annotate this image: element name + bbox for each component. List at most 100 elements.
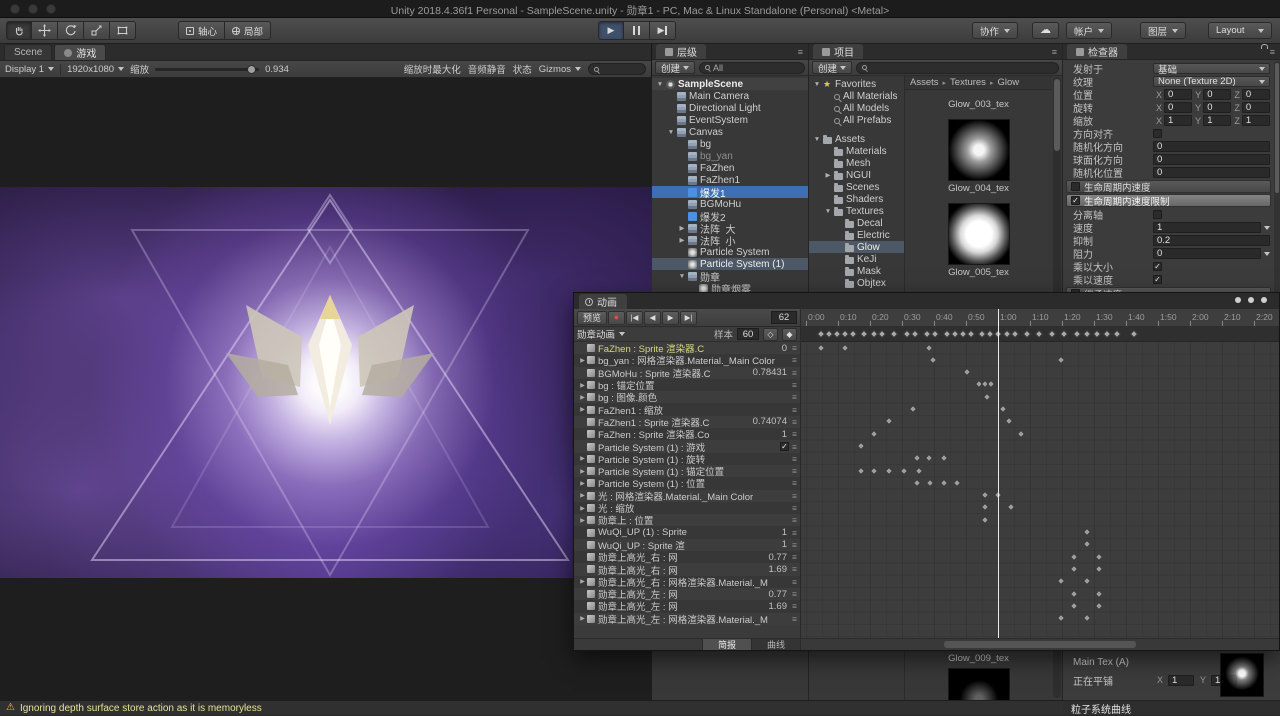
hierarchy-item[interactable]: FaZhen1 xyxy=(652,174,808,186)
anim-property-row[interactable]: FaZhen : Sprite 渲染器.Co 1 ≡ xyxy=(574,428,800,441)
project-folder[interactable]: Materials xyxy=(809,145,904,157)
keyframe-icon[interactable] xyxy=(930,329,940,339)
scrollbar-thumb[interactable] xyxy=(1054,79,1060,151)
project-folder[interactable]: Objtex xyxy=(809,277,904,289)
keyframe-icon[interactable] xyxy=(1056,613,1066,623)
keyframe-icon[interactable] xyxy=(912,478,922,488)
keyframe-icon[interactable] xyxy=(1082,329,1092,339)
project-folder[interactable]: Electric xyxy=(809,229,904,241)
row-menu-icon[interactable]: ≡ xyxy=(789,552,800,562)
samples-field[interactable]: 60 xyxy=(737,328,759,340)
expand-right-icon[interactable]: ▶ xyxy=(578,492,587,499)
tab-curves[interactable]: 曲线 xyxy=(750,639,800,650)
dot-icon[interactable] xyxy=(1261,297,1267,303)
number-field[interactable]: 0 xyxy=(1241,89,1270,100)
keyframe-icon[interactable] xyxy=(908,404,918,414)
row-menu-icon[interactable]: ≡ xyxy=(789,540,800,550)
previous-key-button[interactable]: ◀ xyxy=(644,310,662,325)
tab-game[interactable]: 游戏 xyxy=(54,44,107,60)
breadcrumb-item[interactable]: Glow xyxy=(997,77,1019,88)
row-menu-icon[interactable]: ≡ xyxy=(789,368,800,378)
anim-property-row[interactable]: ▶ Particle System (1) : 位置 ≡ xyxy=(574,477,800,490)
keyframe-icon[interactable] xyxy=(966,329,976,339)
keyframe-icon[interactable] xyxy=(884,417,894,426)
anim-property-row[interactable]: 勋章上高光_左 : 网 0.77 ≡ xyxy=(574,587,800,601)
module-checkbox[interactable] xyxy=(1071,182,1080,191)
expand-right-icon[interactable]: ▶ xyxy=(578,455,587,462)
keyframe-icon[interactable] xyxy=(962,367,972,377)
number-field[interactable]: 1 xyxy=(1153,222,1261,233)
expand-right-icon[interactable]: ▶ xyxy=(578,382,587,389)
expand-right-icon[interactable]: ▶ xyxy=(578,578,587,585)
account-dropdown[interactable]: 帐户 xyxy=(1066,22,1113,39)
hierarchy-item[interactable]: ▼ Canvas xyxy=(652,126,808,138)
keyframe-icon[interactable] xyxy=(1069,589,1079,598)
keyframe-icon[interactable] xyxy=(1069,552,1079,561)
keyframe-icon[interactable] xyxy=(912,453,922,463)
keyframe-icon[interactable] xyxy=(1059,329,1069,339)
keyframe-icon[interactable] xyxy=(998,404,1008,414)
asset-item[interactable]: Glow_004_tex xyxy=(905,119,1052,194)
hierarchy-item[interactable]: Directional Light xyxy=(652,102,808,114)
row-menu-icon[interactable]: ≡ xyxy=(789,503,800,513)
project-folder[interactable]: ▼ Textures xyxy=(809,205,904,217)
project-folder[interactable]: ▶ NGUI xyxy=(809,169,904,181)
hierarchy-item[interactable]: BGMoHu xyxy=(652,198,808,210)
anim-property-row[interactable]: ▶ FaZhen1 : 缩放 ≡ xyxy=(574,403,800,417)
stats-toggle[interactable]: 状态 xyxy=(513,62,532,76)
keyframe-icon[interactable] xyxy=(939,478,949,488)
anim-property-row[interactable]: BGMoHu : Sprite 渲染器.C 0.78431 ≡ xyxy=(574,366,800,380)
row-menu-icon[interactable]: ≡ xyxy=(789,614,800,624)
tab-scene[interactable]: Scene xyxy=(4,44,53,60)
add-event-button[interactable]: ◆ xyxy=(782,327,797,341)
keyframe-icon[interactable] xyxy=(816,343,826,352)
keyframe-icon[interactable] xyxy=(910,329,920,339)
project-search-input[interactable] xyxy=(856,61,1059,74)
tab-hierarchy[interactable]: 层级 xyxy=(656,44,706,59)
hierarchy-item[interactable]: ▼ 勋章 xyxy=(652,270,808,282)
anim-property-row[interactable]: ▶ 勋章上高光_右 : 网格渲染器.Material._M ≡ xyxy=(574,575,800,589)
local-toggle-button[interactable]: 局部 xyxy=(225,21,272,40)
anim-property-row[interactable]: 勋章上高光_右 : 网 0.77 ≡ xyxy=(574,551,800,564)
expand-down-icon[interactable]: ▼ xyxy=(677,273,687,280)
particle-curves-bar[interactable]: 粒子系统曲线 xyxy=(1063,700,1280,716)
scale-tool-button[interactable] xyxy=(84,21,110,40)
keyframe-icon[interactable] xyxy=(980,515,990,524)
keyframe-icon[interactable] xyxy=(1069,564,1079,574)
anim-property-row[interactable]: ▶ 光 : 网格渲染器.Material._Main Color ≡ xyxy=(574,489,800,503)
tab-animation[interactable]: 动画 xyxy=(579,294,627,309)
scrollbar-thumb[interactable] xyxy=(944,641,1136,648)
project-folder[interactable]: All Prefabs xyxy=(809,114,904,126)
number-field[interactable]: 0 xyxy=(1153,167,1270,178)
lock-icon[interactable] xyxy=(1260,48,1262,58)
row-menu-icon[interactable]: ≡ xyxy=(789,442,800,452)
project-folder[interactable]: All Materials xyxy=(809,90,904,102)
row-menu-icon[interactable]: ≡ xyxy=(789,564,800,574)
keyframe-icon[interactable] xyxy=(928,355,938,365)
row-menu-icon[interactable]: ≡ xyxy=(789,577,800,587)
hierarchy-item[interactable]: Particle System (1) xyxy=(652,258,808,270)
cloud-button[interactable]: ☁ xyxy=(1032,22,1059,39)
expand-right-icon[interactable]: ▶ xyxy=(677,224,687,232)
play-button[interactable]: ▶ xyxy=(598,21,624,40)
hand-tool-button[interactable] xyxy=(6,21,32,40)
caret-down-icon[interactable] xyxy=(1264,225,1270,230)
expand-right-icon[interactable]: ▶ xyxy=(578,505,587,512)
keyframe-icon[interactable] xyxy=(1022,329,1032,339)
dropdown-field[interactable]: None (Texture 2D) xyxy=(1153,76,1270,87)
project-folder[interactable]: All Models xyxy=(809,102,904,114)
rotate-tool-button[interactable] xyxy=(58,21,84,40)
anim-property-row[interactable]: ▶ 勋章上高光_左 : 网格渲染器.Material._M ≡ xyxy=(574,612,800,626)
keyframe-icon[interactable] xyxy=(1016,429,1026,438)
anim-property-row[interactable]: ▶ bg : 图像.颜色 ≡ xyxy=(574,391,800,404)
keyframe-icon[interactable] xyxy=(1082,540,1092,549)
keyframe-icon[interactable] xyxy=(1034,329,1044,339)
project-folder[interactable]: Decal xyxy=(809,217,904,229)
game-search-input[interactable] xyxy=(588,63,646,75)
hierarchy-item[interactable]: 爆发1 xyxy=(652,186,808,198)
add-keyframe-button[interactable]: ◇ xyxy=(763,327,778,341)
collab-dropdown[interactable]: 协作 xyxy=(972,22,1019,39)
row-menu-icon[interactable]: ≡ xyxy=(789,589,800,599)
keyframe-icon[interactable] xyxy=(925,478,935,488)
go-to-start-button[interactable]: |◀ xyxy=(626,310,644,325)
